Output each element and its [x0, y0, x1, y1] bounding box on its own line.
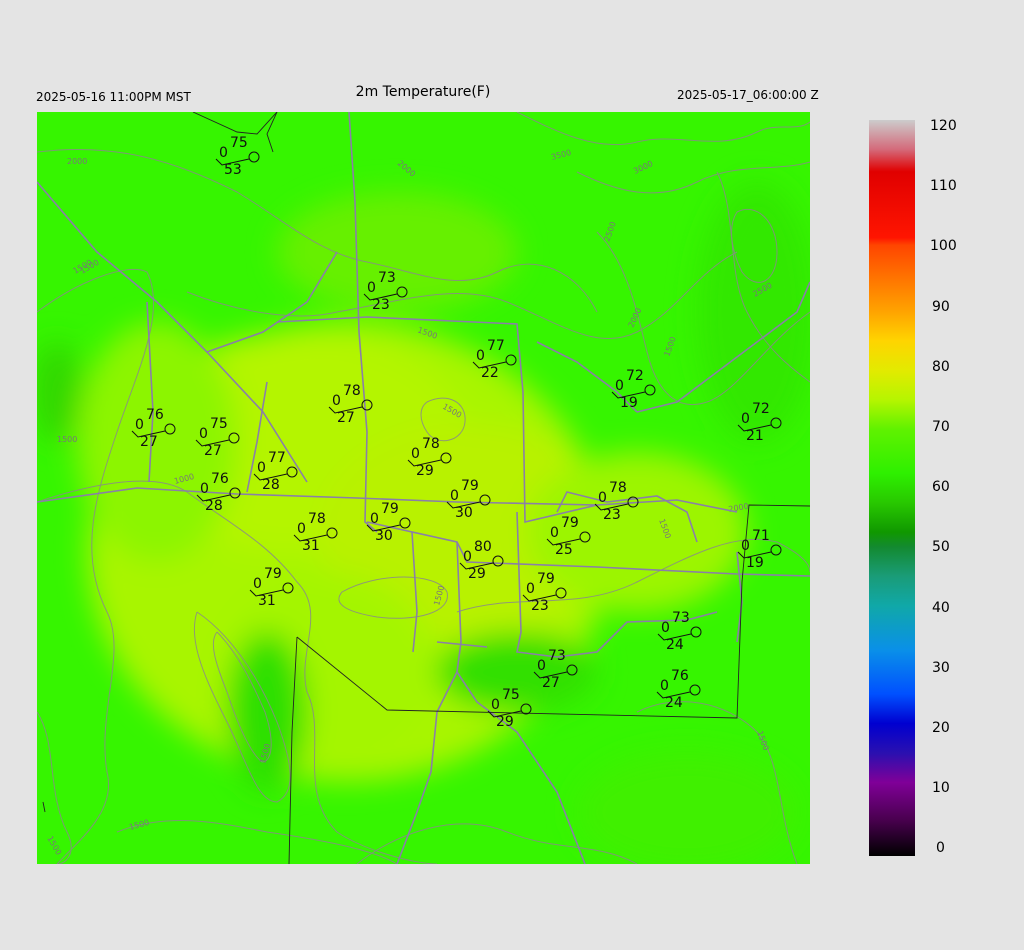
station-gust: 0 [411, 446, 420, 462]
colorbar [869, 120, 915, 856]
station-temperature: 78 [308, 511, 326, 527]
station-gust: 0 [450, 488, 459, 504]
station-temperature: 79 [381, 501, 399, 517]
colorbar-tick-label: 40 [932, 599, 950, 616]
station-temperature: 78 [609, 480, 627, 496]
station-temperature: 77 [268, 450, 286, 466]
colorbar-tick-label: 20 [932, 720, 950, 736]
station-temperature: 79 [264, 566, 282, 582]
colorbar-tick-label: 10 [932, 780, 950, 797]
contour-label: 2000 [67, 157, 87, 166]
colorbar-tick-label: 90 [932, 298, 950, 315]
station-dewpoint: 24 [666, 637, 684, 653]
station-dewpoint: 31 [258, 593, 276, 609]
station-temperature: 75 [230, 135, 248, 151]
station-gust: 0 [219, 145, 228, 161]
station-dewpoint: 23 [531, 598, 549, 614]
station-temperature: 73 [378, 270, 396, 286]
station-gust: 0 [297, 521, 306, 537]
colorbar-tick-label: 80 [932, 358, 950, 375]
station-gust: 0 [135, 417, 144, 433]
station-gust: 0 [476, 348, 485, 364]
station-dewpoint: 29 [496, 714, 514, 730]
station-temperature: 76 [671, 668, 689, 684]
station-temperature: 72 [626, 368, 644, 384]
station-temperature: 80 [474, 539, 492, 555]
station-temperature: 78 [343, 383, 361, 399]
station-dewpoint: 30 [455, 505, 473, 521]
station-gust: 0 [741, 411, 750, 427]
station-temperature: 78 [422, 436, 440, 452]
station-temperature: 79 [561, 515, 579, 531]
station-dewpoint: 25 [555, 542, 573, 558]
station-gust: 0 [550, 525, 559, 541]
station-gust: 0 [367, 280, 376, 296]
station-gust: 0 [463, 549, 472, 565]
station-temperature: 79 [537, 571, 555, 587]
station-dewpoint: 24 [665, 695, 683, 711]
station-temperature: 72 [752, 401, 770, 417]
station-dewpoint: 23 [603, 507, 621, 523]
colorbar-tick-label: 50 [932, 539, 950, 556]
utc-time-label: 2025-05-17_06:00:00 Z [677, 88, 819, 102]
station-gust: 0 [526, 581, 535, 597]
station-gust: 0 [199, 426, 208, 442]
station-gust: 0 [537, 658, 546, 674]
station-gust: 0 [370, 511, 379, 527]
station-dewpoint: 29 [468, 566, 486, 582]
colorbar-tick-label: 110 [930, 178, 957, 195]
station-dewpoint: 23 [372, 297, 390, 313]
station-gust: 0 [660, 678, 669, 694]
station-gust: 0 [598, 490, 607, 506]
station-dewpoint: 28 [262, 477, 280, 493]
station-dewpoint: 19 [620, 395, 638, 411]
station-dewpoint: 27 [542, 675, 560, 691]
contour-label: 1500 [57, 435, 77, 444]
station-temperature: 76 [146, 407, 164, 423]
temperature-map: 2000 1500 1000 2000 3500 3000 2500 2000 … [37, 112, 810, 864]
station-temperature: 77 [487, 338, 505, 354]
station-gust: 0 [253, 576, 262, 592]
station-dewpoint: 28 [205, 498, 223, 514]
station-temperature: 71 [752, 528, 770, 544]
colorbar-tick-label: 70 [932, 419, 950, 435]
station-temperature: 79 [461, 478, 479, 494]
station-gust: 0 [615, 378, 624, 394]
station-temperature: 76 [211, 471, 229, 487]
colorbar-tick-label: 100 [930, 238, 957, 255]
colorbar-tick-label: 0 [936, 840, 945, 857]
station-gust: 0 [200, 481, 209, 497]
station-gust: 0 [741, 538, 750, 554]
station-dewpoint: 27 [140, 434, 158, 450]
station-dewpoint: 27 [337, 410, 355, 426]
station-dewpoint: 27 [204, 443, 222, 459]
station-gust: 0 [661, 620, 670, 636]
station-temperature: 75 [502, 687, 520, 703]
station-dewpoint: 53 [224, 162, 242, 178]
colorbar-tick-label: 60 [932, 479, 950, 496]
station-gust: 0 [332, 393, 341, 409]
station-dewpoint: 21 [746, 428, 764, 444]
colorbar-tick-label: 120 [930, 118, 957, 134]
station-temperature: 73 [548, 648, 566, 664]
station-temperature: 75 [210, 416, 228, 432]
station-gust: 0 [257, 460, 266, 476]
station-dewpoint: 19 [746, 555, 764, 571]
station-dewpoint: 29 [416, 463, 434, 479]
colorbar-tick-label: 30 [932, 659, 950, 676]
station-dewpoint: 22 [481, 365, 499, 381]
station-temperature: 73 [672, 610, 690, 626]
station-gust: 0 [491, 697, 500, 713]
station-dewpoint: 30 [375, 528, 393, 544]
station-dewpoint: 31 [302, 538, 320, 554]
